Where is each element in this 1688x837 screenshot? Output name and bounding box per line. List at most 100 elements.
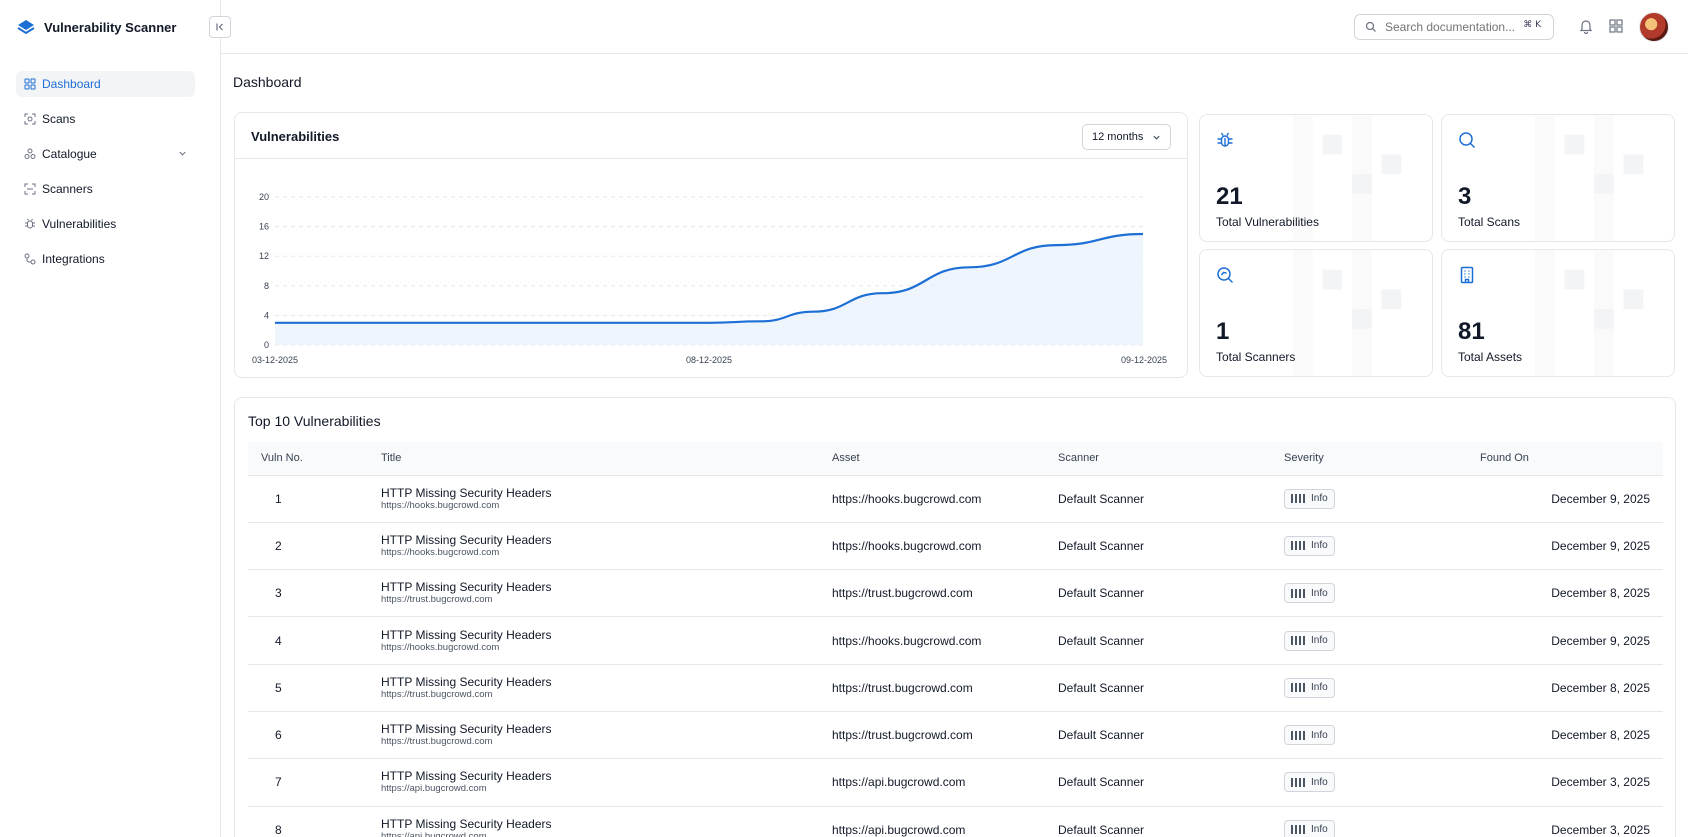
vuln-number: 4 xyxy=(275,633,282,648)
scanner-search-icon xyxy=(1217,267,1234,284)
scanner-cell: Default Scanner xyxy=(1058,680,1145,695)
table-header-row: Vuln No. Title Asset Scanner Severity Fo… xyxy=(248,442,1663,476)
brand[interactable]: Vulnerability Scanner xyxy=(16,17,176,37)
severity-cell: Info xyxy=(1271,711,1467,758)
vuln-url: https://hooks.bugcrowd.com xyxy=(381,641,500,653)
search-box[interactable]: ⌘ K xyxy=(1354,14,1554,40)
chart-card-header: Vulnerabilities 12 months xyxy=(235,113,1187,159)
found-on-cell: December 9, 2025 xyxy=(1551,538,1650,553)
bug-icon xyxy=(25,218,35,229)
severity-badge: Info xyxy=(1284,535,1335,556)
vuln-title[interactable]: HTTP Missing Security Headers xyxy=(381,580,819,594)
apps-grid-icon[interactable] xyxy=(1608,18,1624,34)
sidebar-item-label: Vulnerabilities xyxy=(42,217,117,231)
severity-badge: Info xyxy=(1284,725,1335,746)
table-row[interactable]: 2 HTTP Missing Security Headers https://ho… xyxy=(248,522,1663,570)
severity-label: Info xyxy=(1311,493,1328,505)
chevron-down-icon xyxy=(1153,135,1160,140)
sidebar-item-catalogue[interactable]: Catalogue xyxy=(16,141,195,167)
table-row[interactable]: 4 HTTP Missing Security Headers https://ho… xyxy=(248,617,1663,665)
scanner-cell: Default Scanner xyxy=(1058,491,1145,506)
severity-badge: Info xyxy=(1284,819,1335,837)
table-row[interactable]: 3 HTTP Missing Security Headers https://tr… xyxy=(248,570,1663,617)
vulnerabilities-line-chart: 0 4 8 12 16 20 03-12-2025 08-12-2025 09-12-2025 xyxy=(252,192,1167,365)
vuln-number: 6 xyxy=(275,728,282,743)
stat-label: Total Assets xyxy=(1458,350,1523,364)
column-header-scanner[interactable]: Scanner xyxy=(1045,442,1271,476)
stat-card-vulnerabilities[interactable]: 21 Total Vulnerabilities xyxy=(1199,114,1433,242)
stat-value: 3 xyxy=(1458,183,1472,210)
vuln-number: 3 xyxy=(275,586,282,601)
asset-cell: https://api.bugcrowd.com xyxy=(832,775,966,790)
vuln-url: https://api.bugcrowd.com xyxy=(381,783,487,795)
x-tick-label: 08-12-2025 xyxy=(686,355,732,365)
series-area xyxy=(275,234,1143,345)
bell-icon[interactable] xyxy=(1578,18,1594,34)
severity-cell: Info xyxy=(1271,617,1467,664)
sidebar-item-integrations[interactable]: Integrations xyxy=(16,246,195,272)
vuln-title[interactable]: HTTP Missing Security Headers xyxy=(381,722,819,736)
sidebar-item-vulnerabilities[interactable]: Vulnerabilities xyxy=(16,211,195,237)
severity-label: Info xyxy=(1311,776,1328,788)
sidebar: Vulnerability Scanner Dashboard Scans Ca… xyxy=(0,0,221,837)
vuln-title-cell: HTTP Missing Security Headers https://tru… xyxy=(368,664,819,711)
column-header-severity[interactable]: Severity xyxy=(1271,442,1467,476)
building-icon xyxy=(1460,266,1474,284)
asset-cell: https://api.bugcrowd.com xyxy=(832,822,966,837)
table-row[interactable]: 5 HTTP Missing Security Headers https://tr… xyxy=(248,664,1663,712)
table-row[interactable]: 1 HTTP Missing Security Headers https://ho… xyxy=(248,475,1663,523)
table-row[interactable]: 8 HTTP Missing Security Headers https://ap… xyxy=(248,806,1663,837)
vuln-title[interactable]: HTTP Missing Security Headers xyxy=(381,486,819,500)
y-tick-label: 0 xyxy=(264,340,269,350)
chart-title: Vulnerabilities xyxy=(251,129,340,144)
vuln-title-cell: HTTP Missing Security Headers https://api… xyxy=(368,806,819,837)
period-select[interactable]: 12 months xyxy=(1082,124,1171,150)
table-row[interactable]: 7 HTTP Missing Security Headers https://ap… xyxy=(248,759,1663,807)
stat-label: Total Scanners xyxy=(1216,350,1296,364)
vuln-url: https://hooks.bugcrowd.com xyxy=(381,499,500,511)
topbar: ⌘ K xyxy=(221,0,1688,54)
pattern-decoration xyxy=(1535,115,1644,241)
search-icon xyxy=(1365,21,1376,32)
stat-value: 21 xyxy=(1216,183,1243,210)
vuln-title[interactable]: HTTP Missing Security Headers xyxy=(381,533,819,547)
sidebar-item-scans[interactable]: Scans xyxy=(16,106,195,132)
vuln-url: https://trust.bugcrowd.com xyxy=(381,594,493,606)
table-row[interactable]: 6 HTTP Missing Security Headers https://tr… xyxy=(248,711,1663,759)
avatar[interactable] xyxy=(1639,12,1669,42)
sidebar-item-scanners[interactable]: Scanners xyxy=(16,176,195,202)
vuln-title[interactable]: HTTP Missing Security Headers xyxy=(381,769,819,783)
y-tick-label: 16 xyxy=(259,222,269,232)
column-header-vuln-no[interactable]: Vuln No. xyxy=(248,442,368,476)
asset-cell: https://trust.bugcrowd.com xyxy=(832,586,973,601)
collapse-icon xyxy=(216,23,223,31)
column-header-title[interactable]: Title xyxy=(368,442,819,476)
vuln-title-cell: HTTP Missing Security Headers https://hoo… xyxy=(368,522,819,569)
found-on-cell: December 9, 2025 xyxy=(1551,633,1650,648)
scanner-cell: Default Scanner xyxy=(1058,728,1145,743)
severity-bars-icon xyxy=(1291,636,1305,646)
vuln-title-cell: HTTP Missing Security Headers https://hoo… xyxy=(368,475,819,522)
vuln-title[interactable]: HTTP Missing Security Headers xyxy=(381,817,819,831)
vuln-title[interactable]: HTTP Missing Security Headers xyxy=(381,675,819,689)
app-logo-icon xyxy=(17,20,35,35)
severity-cell: Info xyxy=(1271,664,1467,711)
found-on-cell: December 3, 2025 xyxy=(1551,775,1650,790)
column-header-asset[interactable]: Asset xyxy=(819,442,1045,476)
vuln-title[interactable]: HTTP Missing Security Headers xyxy=(381,628,819,642)
sidebar-item-dashboard[interactable]: Dashboard xyxy=(16,71,195,97)
search-input[interactable] xyxy=(1385,20,1515,34)
top-vulnerabilities-card: Top 10 Vulnerabilities Vuln No. Title As… xyxy=(234,397,1676,837)
stat-card-scanners[interactable]: 1 Total Scanners xyxy=(1199,249,1433,377)
column-header-found-on[interactable]: Found On xyxy=(1467,442,1663,476)
search-shortcut: ⌘ K xyxy=(1523,20,1541,30)
stat-card-assets[interactable]: 81 Total Assets xyxy=(1441,249,1675,377)
collapse-sidebar-button[interactable] xyxy=(209,16,231,38)
severity-badge: Info xyxy=(1284,583,1335,604)
stat-card-scans[interactable]: 3 Total Scans xyxy=(1441,114,1675,242)
severity-cell: Info xyxy=(1271,475,1467,522)
severity-bars-icon xyxy=(1291,541,1305,551)
severity-bars-icon xyxy=(1291,683,1305,693)
asset-cell: https://trust.bugcrowd.com xyxy=(832,728,973,743)
vuln-title-cell: HTTP Missing Security Headers https://tru… xyxy=(368,711,819,758)
